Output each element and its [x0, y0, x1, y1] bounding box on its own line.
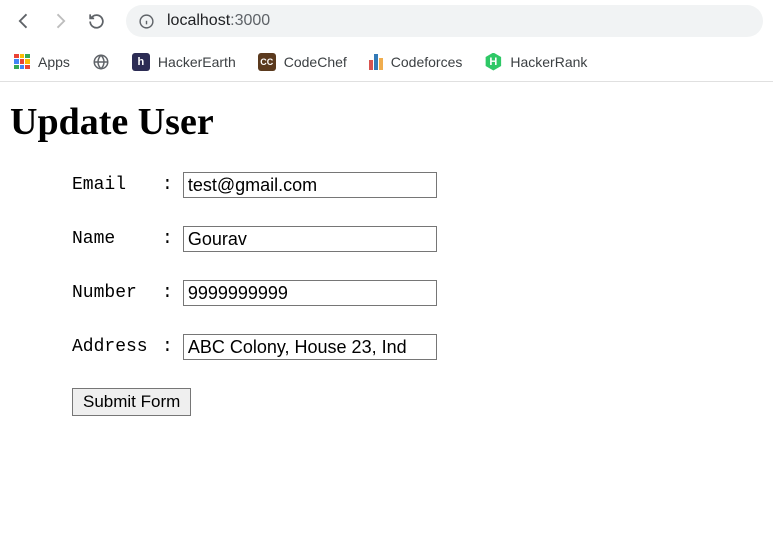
number-label: Number: [72, 283, 162, 303]
bookmark-label: Codeforces: [391, 54, 463, 70]
globe-icon: [92, 53, 110, 71]
update-user-form: Email : Name : Number : Address :: [10, 172, 763, 360]
form-row-number: Number :: [72, 280, 763, 306]
address-field[interactable]: [183, 334, 437, 360]
hackerearth-icon: h: [132, 53, 150, 71]
name-field[interactable]: [183, 226, 437, 252]
back-button[interactable]: [10, 7, 38, 35]
url-text: localhost:3000: [167, 12, 270, 30]
form-row-address: Address :: [72, 334, 763, 360]
bookmark-hackerearth[interactable]: h HackerEarth: [132, 53, 236, 71]
page-content: Update User Email : Name : Number : Addr…: [0, 82, 773, 434]
apps-label: Apps: [38, 54, 70, 70]
page-title: Update User: [10, 100, 763, 144]
bookmark-label: HackerEarth: [158, 54, 236, 70]
submit-button[interactable]: Submit Form: [72, 388, 191, 416]
bookmark-hackerrank[interactable]: H HackerRank: [484, 53, 587, 71]
address-label: Address: [72, 337, 162, 357]
bookmark-label: HackerRank: [510, 54, 587, 70]
colon: :: [162, 175, 173, 195]
reload-button[interactable]: [82, 7, 110, 35]
colon: :: [162, 337, 173, 357]
address-bar[interactable]: localhost:3000: [126, 5, 763, 37]
colon: :: [162, 283, 173, 303]
colon: :: [162, 229, 173, 249]
bookmark-codeforces[interactable]: Codeforces: [369, 54, 463, 70]
codechef-icon: CC: [258, 53, 276, 71]
bookmark-label: CodeChef: [284, 54, 347, 70]
browser-toolbar: localhost:3000: [0, 0, 773, 42]
codeforces-icon: [369, 54, 383, 70]
apps-button[interactable]: Apps: [14, 54, 70, 70]
form-row-email: Email :: [72, 172, 763, 198]
apps-grid-icon: [14, 54, 30, 70]
email-label: Email: [72, 175, 162, 195]
site-info-icon[interactable]: [138, 13, 155, 30]
email-field[interactable]: [183, 172, 437, 198]
forward-button[interactable]: [46, 7, 74, 35]
name-label: Name: [72, 229, 162, 249]
number-field[interactable]: [183, 280, 437, 306]
form-row-name: Name :: [72, 226, 763, 252]
hackerrank-icon: H: [484, 53, 502, 71]
bookmark-globe[interactable]: [92, 53, 110, 71]
bookmarks-bar: Apps h HackerEarth CC CodeChef Codeforce…: [0, 42, 773, 82]
bookmark-codechef[interactable]: CC CodeChef: [258, 53, 347, 71]
